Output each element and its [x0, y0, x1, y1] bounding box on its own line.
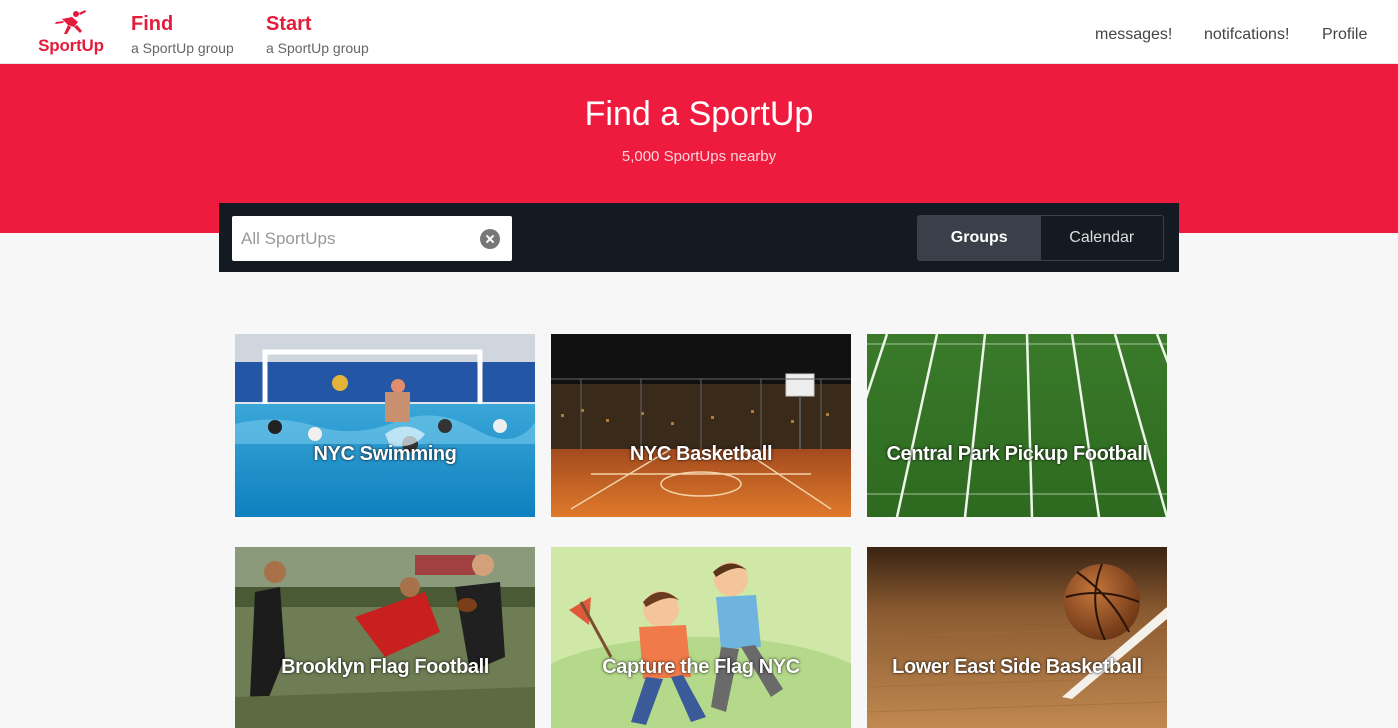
logo-text: SportUp	[38, 36, 104, 55]
rooftop-court-image	[551, 334, 851, 517]
hero-title: Find a SportUp	[584, 95, 814, 133]
group-card[interactable]: Capture the Flag NYC	[551, 547, 851, 728]
groups-view-button[interactable]: Groups	[918, 216, 1041, 260]
basketball-court-image	[867, 547, 1167, 728]
sportup-logo-icon	[55, 10, 86, 34]
nav-find-title: Find	[131, 13, 174, 35]
clear-search-icon[interactable]	[480, 229, 500, 249]
calendar-view-button[interactable]: Calendar	[1041, 216, 1164, 260]
group-card-title: NYC Basketball	[629, 443, 773, 465]
nav-start-title: Start	[266, 13, 312, 35]
group-card-title: Central Park Pickup Football	[886, 443, 1148, 465]
group-card-title: NYC Swimming	[313, 443, 457, 465]
notifications-link[interactable]: notifcations!	[1204, 26, 1289, 44]
group-card[interactable]: NYC Swimming	[235, 334, 535, 517]
flag-football-image	[235, 547, 535, 728]
group-card[interactable]: Central Park Pickup Football	[867, 334, 1167, 517]
messages-link[interactable]: messages!	[1095, 26, 1172, 44]
group-card-title: Brooklyn Flag Football	[281, 656, 489, 678]
search-box	[232, 216, 512, 261]
nav-start-subtitle: a SportUp group	[266, 40, 369, 56]
group-card[interactable]: Brooklyn Flag Football	[235, 547, 535, 728]
group-card-title: Capture the Flag NYC	[602, 656, 800, 678]
profile-link[interactable]: Profile	[1322, 26, 1367, 44]
group-card[interactable]: Lower East Side Basketball	[867, 547, 1167, 728]
top-navbar: SportUp Find a SportUp group Start a Spo…	[0, 0, 1398, 64]
football-field-image	[867, 334, 1167, 517]
view-toggle: Groups Calendar	[917, 215, 1164, 261]
nav-find-link[interactable]: Find a SportUp group	[131, 12, 234, 56]
group-card-title: Lower East Side Basketball	[892, 656, 1142, 678]
search-panel: Groups Calendar	[219, 203, 1179, 272]
nav-start-link[interactable]: Start a SportUp group	[266, 12, 369, 56]
nav-find-subtitle: a SportUp group	[131, 40, 234, 56]
hero-subtitle: 5,000 SportUps nearby	[621, 148, 777, 165]
sportup-logo[interactable]: SportUp	[38, 10, 104, 58]
water-polo-image	[235, 334, 535, 517]
search-input[interactable]	[232, 216, 472, 261]
capture-the-flag-image	[551, 547, 851, 728]
group-card[interactable]: NYC Basketball	[551, 334, 851, 517]
